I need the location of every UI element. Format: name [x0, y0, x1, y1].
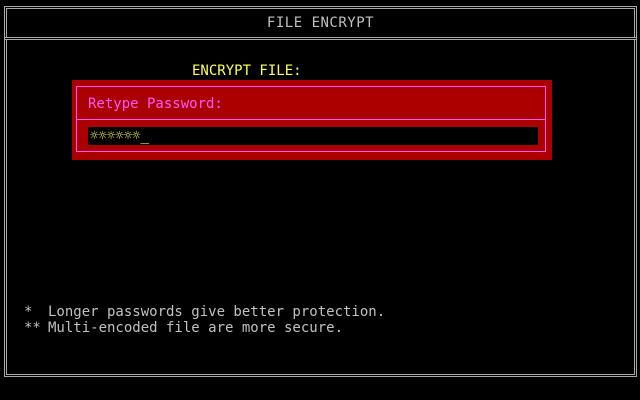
text-cursor: _ — [140, 128, 150, 144]
hint-bullet: * — [24, 304, 33, 320]
hint-line-1: * Longer passwords give better protection… — [24, 304, 385, 320]
hint-line-2: ** Multi-encoded file are more secure. — [24, 320, 343, 336]
hint-bullet: ** — [24, 320, 41, 336]
retype-password-input[interactable]: ☼☼☼☼☼☼_ — [88, 127, 538, 145]
hint-text: Multi-encoded file are more secure. — [48, 320, 344, 336]
password-mask: ☼☼☼☼☼☼ — [90, 128, 141, 144]
title-bar: FILE ENCRYPT — [4, 6, 637, 40]
retype-password-label: Retype Password: — [88, 96, 223, 112]
dialog-heading: ENCRYPT FILE: — [192, 63, 302, 79]
app-title: FILE ENCRYPT — [266, 15, 375, 31]
dialog-border: Retype Password: ☼☼☼☼☼☼_ — [76, 86, 546, 152]
hint-text: Longer passwords give better protection. — [48, 304, 386, 320]
password-dialog: Retype Password: ☼☼☼☼☼☼_ — [72, 80, 552, 160]
dialog-divider — [77, 119, 545, 120]
